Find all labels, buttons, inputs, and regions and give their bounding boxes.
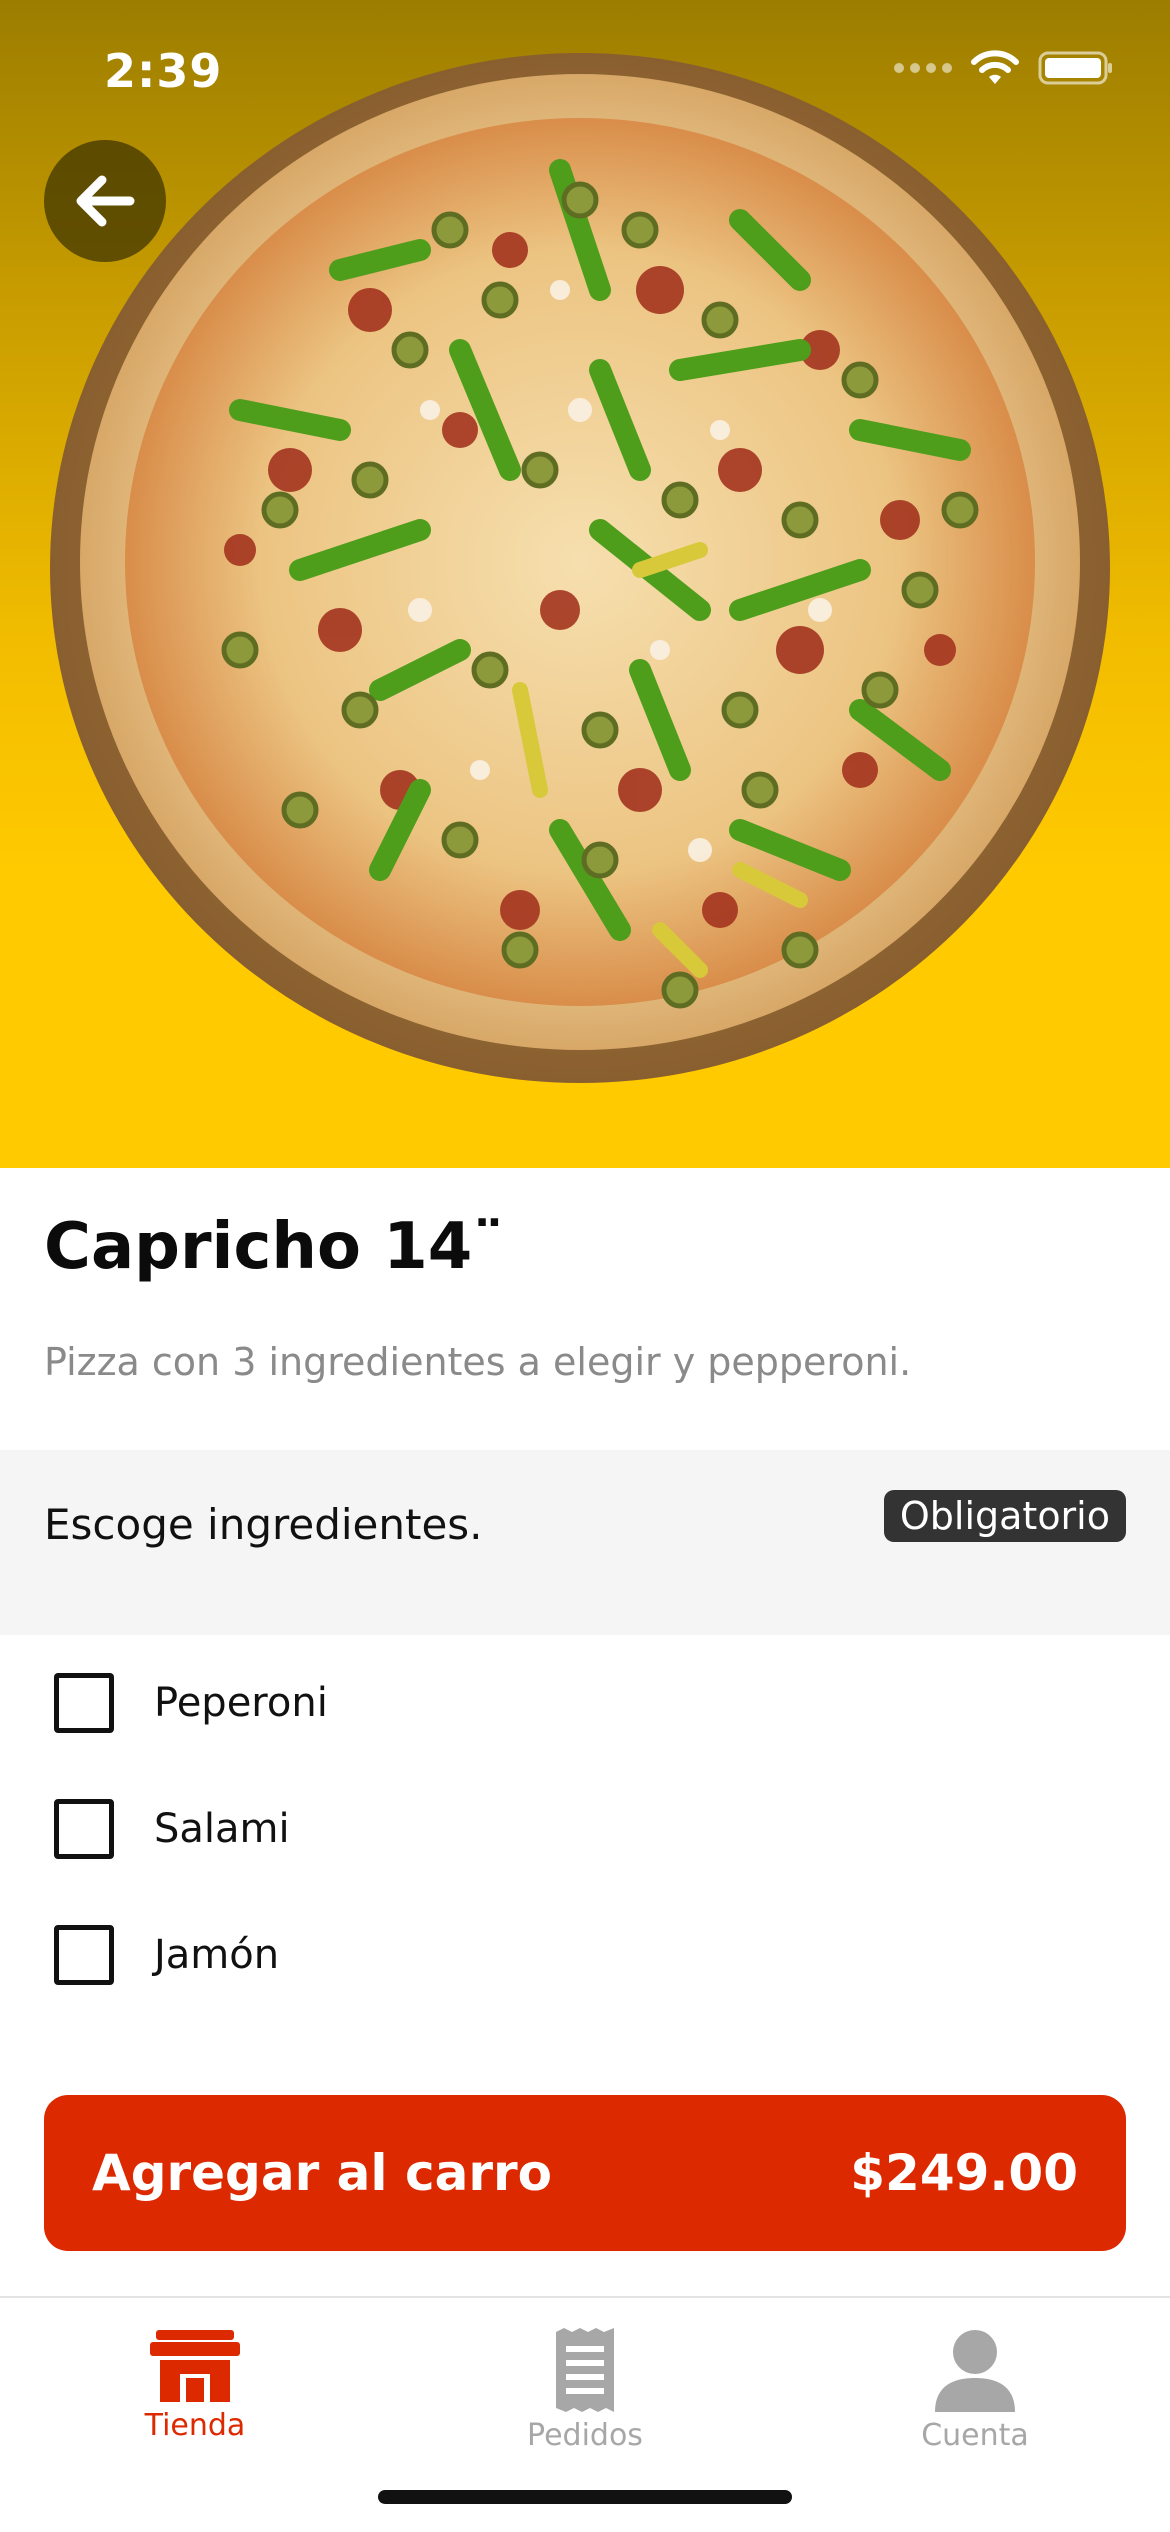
wifi-icon: [971, 50, 1019, 84]
signal-icon: [894, 63, 952, 73]
arrow-left-icon: [76, 175, 135, 227]
ingredients-section-header: Escoge ingredientes. Obligatorio: [0, 1450, 1170, 1635]
checkbox[interactable]: [54, 1673, 114, 1733]
option-label: Salami: [154, 1806, 290, 1852]
option-label: Jamón: [154, 1932, 280, 1978]
section-title: Escoge ingredientes.: [44, 1500, 483, 1549]
add-to-cart-label: Agregar al carro: [92, 2144, 552, 2202]
tab-label: Pedidos: [527, 2418, 643, 2453]
ingredient-options-list: Peperoni Salami Jamón: [0, 1640, 1170, 2050]
option-salami[interactable]: Salami: [0, 1766, 1170, 1892]
product-title: Capricho 14¨: [44, 1210, 505, 1284]
option-label: Peperoni: [154, 1680, 328, 1726]
product-description: Pizza con 3 ingredientes a elegir y pepp…: [44, 1340, 912, 1384]
hero-image: 2:39: [0, 0, 1170, 1168]
price-label: $249.00: [850, 2144, 1078, 2202]
required-badge: Obligatorio: [883, 1490, 1126, 1542]
option-jamon[interactable]: Jamón: [0, 1892, 1170, 2018]
back-button[interactable]: [44, 140, 166, 262]
tab-pedidos[interactable]: Pedidos: [455, 2328, 715, 2498]
status-icons: [894, 50, 1114, 86]
status-time: 2:39: [104, 44, 223, 98]
tab-label: Cuenta: [921, 2418, 1029, 2453]
pizza-image: [50, 53, 1110, 1083]
tab-tienda[interactable]: Tienda: [65, 2328, 325, 2498]
checkbox[interactable]: [54, 1799, 114, 1859]
add-to-cart-button[interactable]: Agregar al carro $249.00: [44, 2095, 1126, 2251]
store-icon: [150, 2330, 240, 2402]
option-peperoni[interactable]: Peperoni: [0, 1640, 1170, 1766]
person-icon: [935, 2330, 1015, 2412]
status-bar: 2:39: [0, 0, 1170, 140]
tab-label: Tienda: [144, 2408, 246, 2443]
home-indicator: [378, 2490, 792, 2504]
option-partial[interactable]: [0, 2018, 1170, 2050]
receipt-icon: [556, 2328, 614, 2412]
battery-icon: [1038, 51, 1112, 85]
checkbox[interactable]: [54, 1925, 114, 1985]
tab-cuenta[interactable]: Cuenta: [845, 2328, 1105, 2498]
